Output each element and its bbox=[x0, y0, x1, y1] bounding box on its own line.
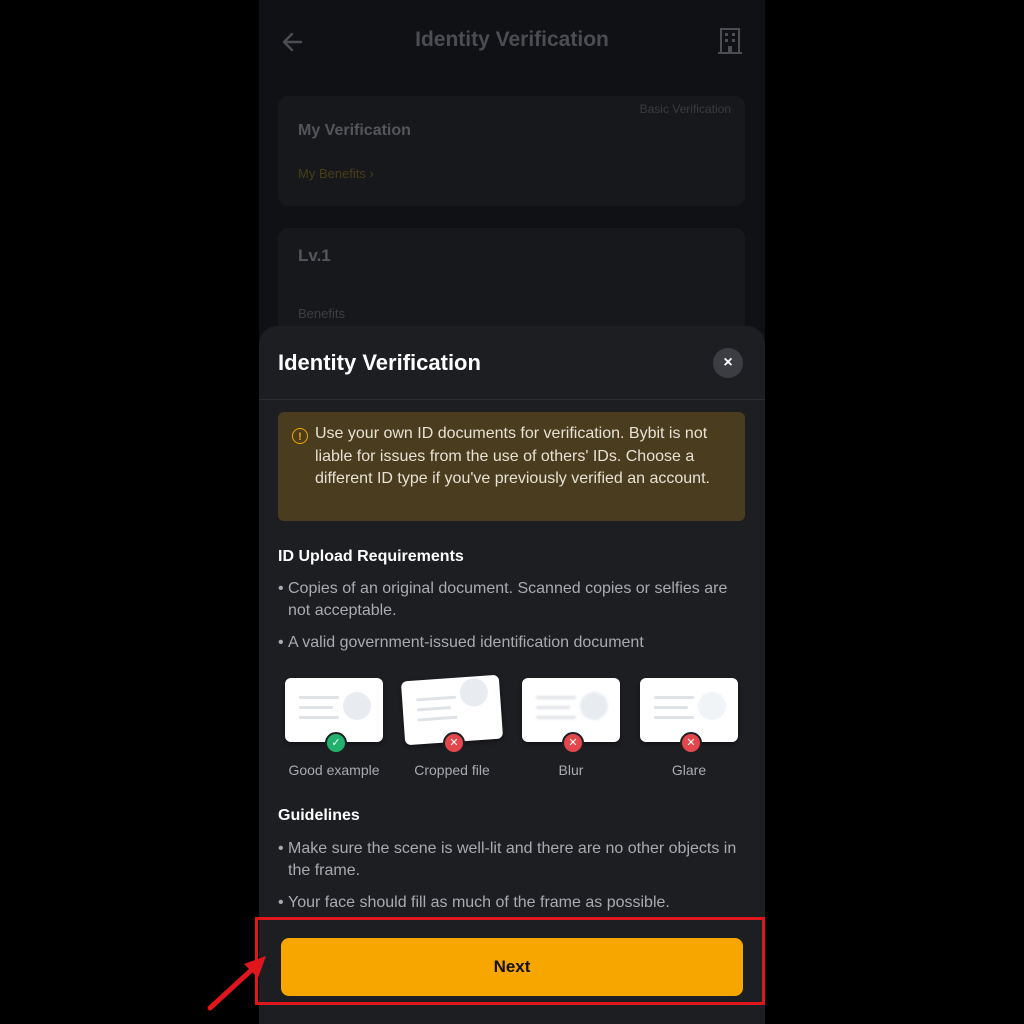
my-verification-card: Basic Verification My Verification My Be… bbox=[278, 96, 745, 206]
building-icon[interactable] bbox=[717, 26, 743, 56]
phone-screen: Identity Verification Basic Verification… bbox=[259, 0, 765, 1024]
guideline-text: Your face should fill as much of the fra… bbox=[288, 894, 670, 911]
level-title: Lv.1 bbox=[298, 246, 331, 265]
page-title: Identity Verification bbox=[415, 28, 609, 51]
requirement-text: Copies of an original document. Scanned … bbox=[288, 580, 728, 619]
cross-icon: ✕ bbox=[680, 732, 702, 754]
pointer-arrow-icon bbox=[207, 956, 266, 1011]
benefits-label: Benefits bbox=[298, 306, 345, 321]
id-examples: ✓ Good example ✕ Cropped file ✕ Blur ✕ G… bbox=[278, 674, 751, 786]
sheet-title: Identity Verification bbox=[278, 350, 481, 375]
example-label: Cropped file bbox=[414, 762, 490, 778]
highlight-box bbox=[255, 917, 765, 1005]
requirement-text: A valid government-issued identification… bbox=[288, 634, 644, 651]
list-item: • Copies of an original document. Scanned… bbox=[278, 578, 743, 622]
guidelines-title: Guidelines bbox=[278, 807, 360, 824]
chevron-right-icon: › bbox=[369, 166, 374, 181]
list-item: • Your face should fill as much of the fr… bbox=[278, 892, 743, 914]
example-blur: ✕ Blur bbox=[515, 676, 633, 786]
example-label: Good example bbox=[288, 762, 380, 778]
example-label: Blur bbox=[558, 762, 584, 778]
list-item: • A valid government-issued identificatio… bbox=[278, 632, 743, 654]
warning-icon: ! bbox=[292, 428, 308, 444]
my-verification-title: My Verification bbox=[298, 122, 411, 139]
list-item: • Make sure the scene is well-lit and the… bbox=[278, 838, 743, 882]
my-benefits-label: My Benefits bbox=[298, 166, 366, 181]
cross-icon: ✕ bbox=[562, 732, 584, 754]
example-cropped: ✕ Cropped file bbox=[396, 674, 514, 786]
page-header: Identity Verification bbox=[259, 0, 765, 84]
guideline-text: Make sure the scene is well-lit and ther… bbox=[288, 840, 737, 879]
warning-text: Use your own ID documents for verificati… bbox=[315, 425, 710, 487]
check-icon: ✓ bbox=[325, 732, 347, 754]
warning-banner: ! Use your own ID documents for verifica… bbox=[278, 412, 745, 521]
example-label: Glare bbox=[671, 762, 707, 778]
cross-icon: ✕ bbox=[443, 732, 465, 754]
verification-badge: Basic Verification bbox=[639, 102, 731, 116]
requirements-title: ID Upload Requirements bbox=[278, 548, 464, 565]
close-icon[interactable]: × bbox=[713, 348, 743, 378]
example-good: ✓ Good example bbox=[278, 676, 396, 786]
my-benefits-link[interactable]: My Benefits › bbox=[298, 166, 374, 181]
divider bbox=[259, 399, 765, 400]
example-glare: ✕ Glare bbox=[633, 676, 751, 786]
